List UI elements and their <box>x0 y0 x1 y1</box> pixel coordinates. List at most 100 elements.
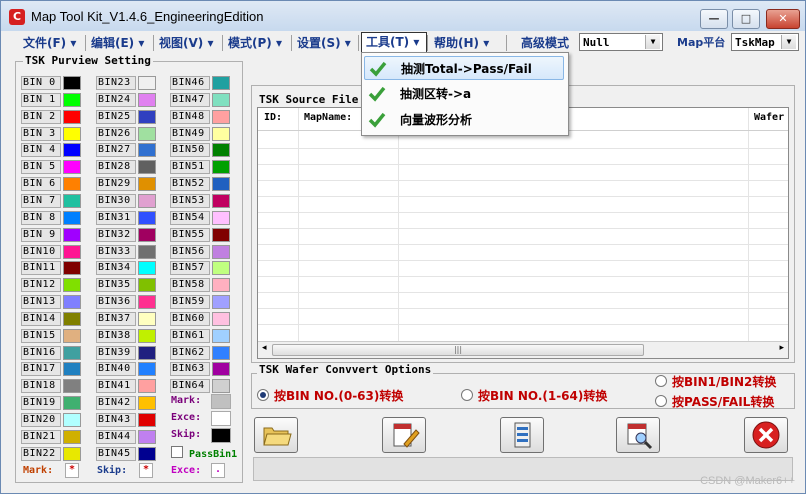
bin-color-swatch[interactable] <box>138 413 156 427</box>
passbin-row[interactable]: PassBin1 <box>171 446 237 460</box>
bin-color-swatch[interactable] <box>63 92 81 107</box>
bin-color-swatch[interactable] <box>138 193 156 208</box>
skip-char-input[interactable]: * <box>139 463 153 478</box>
bin-color-swatch[interactable] <box>212 177 230 192</box>
report-button[interactable] <box>500 417 544 453</box>
bin-color-swatch[interactable] <box>63 278 81 293</box>
bin-color-swatch[interactable] <box>63 362 81 377</box>
bin-color-swatch[interactable] <box>138 328 156 343</box>
exit-button[interactable] <box>744 417 788 453</box>
bin-color-swatch[interactable] <box>212 345 230 360</box>
mark-char-input[interactable]: * <box>65 463 79 478</box>
bin-color-swatch[interactable] <box>138 429 156 444</box>
menu-item-sample-region-convert[interactable]: 抽测区转->a <box>364 82 564 106</box>
bin-color-swatch[interactable] <box>138 109 156 124</box>
maximize-button[interactable]: □ <box>732 9 760 29</box>
bin-color-swatch[interactable] <box>63 126 81 141</box>
passbin-checkbox[interactable] <box>171 446 183 458</box>
bin-color-swatch[interactable] <box>63 311 81 326</box>
bin-color-swatch[interactable] <box>212 126 230 141</box>
menu-item-vector-waveform[interactable]: 向量波形分析 <box>364 108 564 132</box>
map-search-button[interactable] <box>616 417 660 453</box>
bin-color-swatch[interactable] <box>63 261 81 276</box>
bin-color-swatch[interactable] <box>63 379 81 394</box>
bin-color-swatch[interactable] <box>212 76 230 90</box>
bin-color-swatch[interactable] <box>63 396 81 411</box>
bin-color-swatch[interactable] <box>212 143 230 158</box>
menu-item-sample-total-pass-fail[interactable]: 抽测Total->Pass/Fail <box>364 56 564 80</box>
bin-color-swatch[interactable] <box>63 177 81 192</box>
bin-color-swatch[interactable] <box>138 379 156 394</box>
bin-color-swatch[interactable] <box>138 311 156 326</box>
menu-file[interactable]: 文件(F) ▾ <box>23 34 76 52</box>
scroll-thumb[interactable]: ||| <box>272 344 644 356</box>
bin-color-swatch[interactable] <box>212 311 230 326</box>
bin-color-swatch[interactable] <box>138 446 156 461</box>
bin-color-swatch[interactable] <box>63 295 81 310</box>
source-file-table[interactable]: ID: MapName: Wafer ◂ ||| ▸ <box>257 107 789 359</box>
bin-color-swatch[interactable] <box>63 446 81 461</box>
bin-color-swatch[interactable] <box>138 126 156 141</box>
bin-color-swatch[interactable] <box>63 143 81 158</box>
bin-color-swatch[interactable] <box>212 92 230 107</box>
close-window-button[interactable]: ✕ <box>766 9 800 29</box>
radio-bin-0-63[interactable]: 按BIN NO.(0-63)转换 <box>257 387 403 404</box>
bin-color-swatch[interactable] <box>212 160 230 175</box>
bin-color-swatch[interactable] <box>138 76 156 90</box>
bin-color-swatch[interactable] <box>138 143 156 158</box>
menu-edit[interactable]: 编辑(E) ▾ <box>91 34 144 52</box>
bin-color-swatch[interactable] <box>138 210 156 225</box>
bin-color-swatch[interactable] <box>138 92 156 107</box>
bin-color-swatch[interactable] <box>63 328 81 343</box>
bin-color-swatch[interactable] <box>138 160 156 175</box>
bin-color-swatch[interactable] <box>138 362 156 377</box>
bin-color-swatch[interactable] <box>212 278 230 293</box>
menu-settings[interactable]: 设置(S) ▾ <box>297 34 351 52</box>
bin-color-swatch[interactable] <box>212 379 230 394</box>
scroll-left-icon[interactable]: ◂ <box>262 343 267 353</box>
exce-char-input[interactable]: . <box>211 463 225 478</box>
horizontal-scrollbar[interactable]: ◂ ||| ▸ <box>258 341 788 358</box>
radio-bin1-bin2[interactable]: 按BIN1/BIN2转换 <box>655 373 776 390</box>
bin-color-swatch[interactable] <box>138 396 156 411</box>
bin-color-swatch[interactable] <box>212 109 230 124</box>
bin-color-swatch[interactable] <box>212 261 230 276</box>
menu-tools[interactable]: 工具(T) ▾ <box>361 32 427 54</box>
bin-color-swatch[interactable] <box>63 227 81 242</box>
bin-color-swatch[interactable] <box>138 261 156 276</box>
bin-color-swatch[interactable] <box>63 429 81 444</box>
menu-help[interactable]: 帮助(H) ▾ <box>434 34 489 52</box>
bin-color-swatch[interactable] <box>63 345 81 360</box>
bin-color-swatch[interactable] <box>138 177 156 192</box>
bin-color-swatch[interactable] <box>63 193 81 208</box>
scroll-right-icon[interactable]: ▸ <box>779 343 784 353</box>
menu-mode[interactable]: 模式(P) ▾ <box>228 34 282 52</box>
open-folder-button[interactable] <box>254 417 298 453</box>
edit-file-button[interactable] <box>382 417 426 453</box>
bin-color-swatch[interactable] <box>212 244 230 259</box>
bin-color-swatch[interactable] <box>138 295 156 310</box>
skip-color-swatch[interactable] <box>211 428 231 443</box>
bin-color-swatch[interactable] <box>63 160 81 175</box>
bin-color-swatch[interactable] <box>138 244 156 259</box>
platform-select[interactable]: TskMap ▼ <box>731 33 799 51</box>
bin-color-swatch[interactable] <box>212 362 230 377</box>
bin-color-swatch[interactable] <box>63 244 81 259</box>
bin-color-swatch[interactable] <box>138 278 156 293</box>
bin-color-swatch[interactable] <box>63 413 81 427</box>
exce-color-swatch[interactable] <box>211 411 231 426</box>
radio-pass-fail[interactable]: 按PASS/FAIL转换 <box>655 393 774 410</box>
bin-color-swatch[interactable] <box>63 210 81 225</box>
radio-bin-1-64[interactable]: 按BIN NO.(1-64)转换 <box>461 387 607 404</box>
bin-color-swatch[interactable] <box>212 328 230 343</box>
bin-color-swatch[interactable] <box>212 295 230 310</box>
bin-color-swatch[interactable] <box>138 345 156 360</box>
menu-view[interactable]: 视图(V) ▾ <box>159 34 213 52</box>
bin-color-swatch[interactable] <box>63 76 81 90</box>
mark-color-swatch[interactable] <box>211 394 231 409</box>
bin-color-swatch[interactable] <box>138 227 156 242</box>
minimize-button[interactable]: — <box>700 9 728 29</box>
mode-select[interactable]: Null ▼ <box>579 33 663 51</box>
bin-color-swatch[interactable] <box>212 193 230 208</box>
bin-color-swatch[interactable] <box>63 109 81 124</box>
